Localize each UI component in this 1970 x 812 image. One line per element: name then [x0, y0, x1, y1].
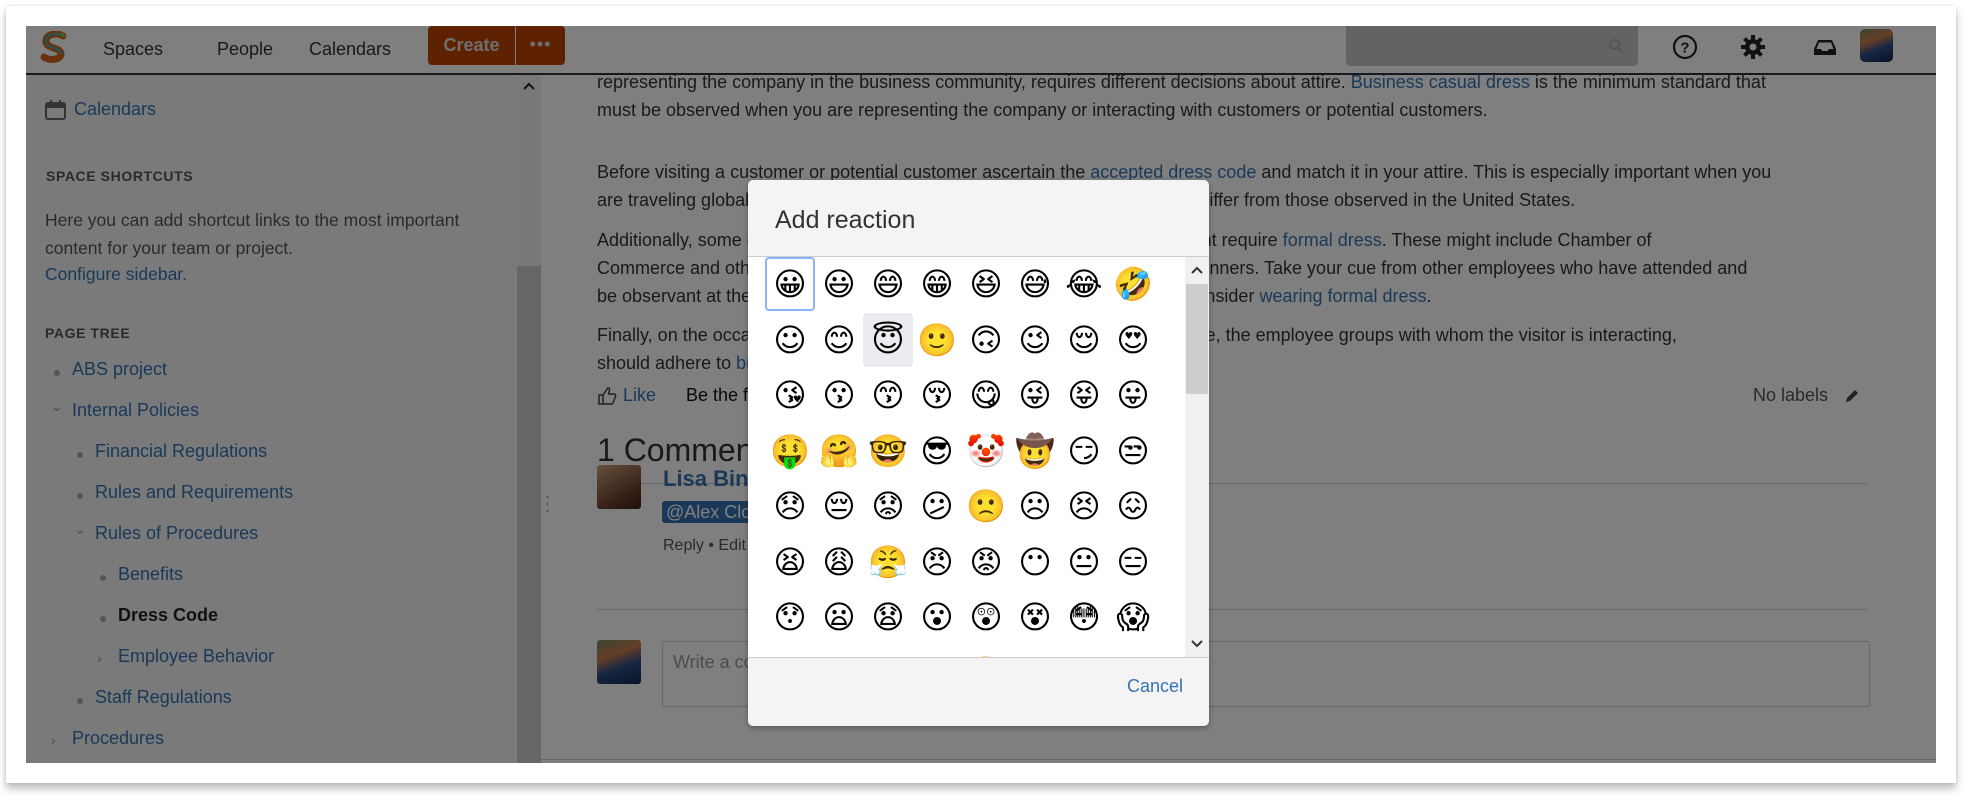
emoji-innocent[interactable]: 😇 [863, 312, 913, 367]
emoji-stuck-out-tongue-winking-eye[interactable]: 😜 [1010, 368, 1060, 422]
emoji-grinning[interactable]: 😀 [765, 257, 815, 311]
emoji-scream[interactable]: 😱 [1108, 590, 1158, 644]
emoji-smile[interactable]: 😄 [863, 257, 913, 311]
scroll-down-icon[interactable] [1191, 639, 1203, 649]
emoji-scroll-thumb[interactable] [1186, 284, 1208, 394]
emoji-frowning-face[interactable]: ☹ [1010, 479, 1060, 533]
emoji-cold-sweat[interactable]: 😰 [814, 646, 864, 658]
emoji-kissing[interactable]: 😗 [814, 368, 864, 422]
emoji-disappointed[interactable]: 😞 [765, 479, 815, 533]
emoji-sweat[interactable]: 😓 [1059, 646, 1109, 658]
emoji-angry[interactable]: 😠 [912, 535, 962, 589]
emoji-picker: 😀 😃 😄 😁 😆 😅 😂 🤣 ☺ 😊 😇 🙂 🙃 😉 😌 😍 😘 😗 😙 😚 😋 😜 😝 😛 🤑 🤗 🤓 😎 🤡 🤠 😏 😒 😞 😔 😟 😕 🙁 ☹ 😣 😖… [748, 256, 1209, 658]
emoji-expressionless[interactable]: 😑 [1108, 535, 1158, 589]
emoji-no-mouth[interactable]: 😶 [1010, 535, 1060, 589]
emoji-confused[interactable]: 😕 [912, 479, 962, 533]
emoji-disappointed-relieved[interactable]: 😥 [912, 646, 962, 658]
emoji-relaxed[interactable]: ☺ [765, 313, 815, 367]
emoji-frowning[interactable]: 😦 [814, 590, 864, 644]
emoji-stuck-out-tongue-closed-eyes[interactable]: 😝 [1059, 368, 1109, 422]
emoji-open-mouth[interactable]: 😮 [912, 590, 962, 644]
confluence-page: Spaces People Calendars Create ••• ? Cal… [26, 26, 1936, 763]
cancel-button[interactable]: Cancel [1127, 676, 1183, 697]
emoji-slightly-frowning[interactable]: 🙁 [961, 479, 1011, 533]
emoji-slightly-smiling[interactable]: 🙂 [912, 313, 962, 367]
emoji-sweat-smile[interactable]: 😅 [1010, 257, 1060, 311]
emoji-hushed[interactable]: 😯 [765, 590, 815, 644]
emoji-cowboy[interactable]: 🤠 [1010, 424, 1060, 478]
emoji-stuck-out-tongue[interactable]: 😛 [1108, 368, 1158, 422]
emoji-kissing-closed-eyes[interactable]: 😚 [912, 368, 962, 422]
emoji-clown[interactable]: 🤡 [961, 424, 1011, 478]
emoji-triumph[interactable]: 😤 [863, 535, 913, 589]
emoji-fearful[interactable]: 😨 [765, 646, 815, 658]
emoji-blush[interactable]: 😊 [814, 313, 864, 367]
emoji-kissing-smiling-eyes[interactable]: 😙 [863, 368, 913, 422]
emoji-confounded[interactable]: 😖 [1108, 479, 1158, 533]
emoji-sob[interactable]: 😭 [1010, 646, 1060, 658]
emoji-laughing[interactable]: 😆 [961, 257, 1011, 311]
dialog-title: Add reaction [775, 206, 916, 234]
emoji-tired-face[interactable]: 😫 [765, 535, 815, 589]
emoji-pensive[interactable]: 😔 [814, 479, 864, 533]
emoji-nerd[interactable]: 🤓 [863, 424, 913, 478]
emoji-joy[interactable]: 😂 [1059, 257, 1109, 311]
emoji-wink[interactable]: 😉 [1010, 313, 1060, 367]
emoji-smiley[interactable]: 😃 [814, 257, 864, 311]
emoji-sleepy[interactable]: 😪 [1108, 646, 1158, 658]
emoji-upside-down[interactable]: 🙃 [961, 313, 1011, 367]
emoji-unamused[interactable]: 😒 [1108, 424, 1158, 478]
emoji-yum[interactable]: 😋 [961, 368, 1011, 422]
emoji-worried[interactable]: 😟 [863, 479, 913, 533]
emoji-money-mouth[interactable]: 🤑 [765, 424, 815, 478]
emoji-anguished[interactable]: 😧 [863, 590, 913, 644]
emoji-persevere[interactable]: 😣 [1059, 479, 1109, 533]
emoji-flushed[interactable]: 😳 [1059, 590, 1109, 644]
emoji-grin[interactable]: 😁 [912, 257, 962, 311]
emoji-relieved[interactable]: 😌 [1059, 313, 1109, 367]
emoji-rage[interactable]: 😡 [961, 535, 1011, 589]
add-reaction-dialog: Add reaction 😀 😃 😄 😁 😆 😅 😂 🤣 ☺ 😊 😇 🙂 🙃 😉 😌 😍 😘 😗 😙 😚 😋 😜 😝 😛 🤑 🤗 🤓… [748, 180, 1209, 726]
emoji-cry[interactable]: 😢 [863, 646, 913, 658]
emoji-drooling[interactable]: 🤤 [961, 646, 1011, 658]
emoji-scrollbar[interactable] [1185, 257, 1209, 657]
emoji-heart-eyes[interactable]: 😍 [1108, 313, 1158, 367]
emoji-smirk[interactable]: 😏 [1059, 424, 1109, 478]
emoji-kissing-heart[interactable]: 😘 [765, 368, 815, 422]
emoji-rofl[interactable]: 🤣 [1108, 257, 1158, 311]
emoji-sunglasses[interactable]: 😎 [912, 424, 962, 478]
emoji-dizzy-face[interactable]: 😵 [1010, 590, 1060, 644]
emoji-astonished[interactable]: 😲 [961, 590, 1011, 644]
emoji-neutral-face[interactable]: 😐 [1059, 535, 1109, 589]
scroll-up-icon[interactable] [1191, 265, 1203, 275]
emoji-weary[interactable]: 😩 [814, 535, 864, 589]
emoji-hugging[interactable]: 🤗 [814, 424, 864, 478]
